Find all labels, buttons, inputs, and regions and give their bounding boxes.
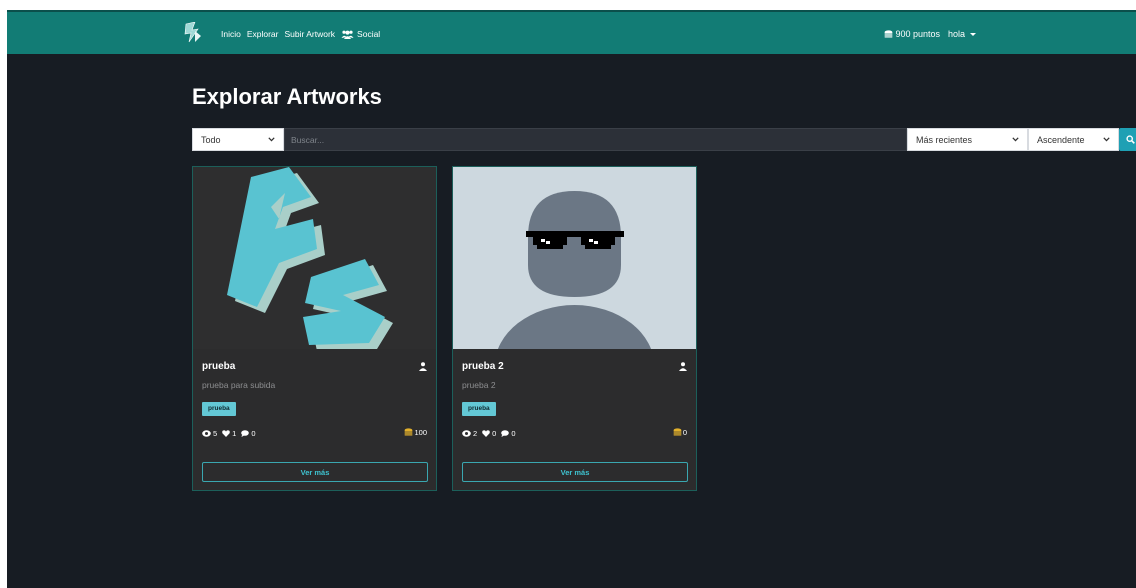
chevron-down-icon bbox=[1012, 137, 1019, 142]
sort-select[interactable]: Más recientes bbox=[907, 128, 1028, 151]
views-stat: 5 bbox=[202, 429, 217, 438]
comments-stat: 0 bbox=[241, 429, 256, 438]
user-icon bbox=[419, 362, 427, 371]
category-select[interactable]: Todo bbox=[192, 128, 284, 151]
chevron-down-icon bbox=[1103, 137, 1110, 142]
tag-badge[interactable]: prueba bbox=[202, 402, 236, 416]
card-stats: 2 0 0 bbox=[462, 429, 521, 438]
heart-icon bbox=[222, 430, 230, 437]
nav-links: Inicio Explorar Subir Artwork Social bbox=[221, 12, 386, 56]
likes-stat: 0 bbox=[482, 429, 496, 438]
eye-icon bbox=[462, 430, 471, 437]
search-input[interactable] bbox=[284, 128, 907, 151]
artwork-card: prueba 2 prueba 2 prueba 2 0 0 0 Ver más bbox=[452, 166, 697, 491]
price-value: 0 bbox=[682, 428, 687, 437]
points-label: 900 puntos bbox=[895, 29, 940, 39]
artwork-thumbnail[interactable] bbox=[193, 167, 436, 349]
chevron-down-icon bbox=[268, 137, 275, 142]
nav-link-label: Inicio bbox=[221, 29, 241, 39]
page-title: Explorar Artworks bbox=[192, 84, 382, 109]
ver-mas-button[interactable]: Ver más bbox=[462, 462, 688, 482]
artwork-thumbnail[interactable] bbox=[453, 167, 696, 349]
price-value: 100 bbox=[414, 428, 427, 437]
nav-link-social[interactable]: Social bbox=[341, 29, 380, 39]
ver-mas-button[interactable]: Ver más bbox=[202, 462, 428, 482]
user-icon bbox=[679, 362, 687, 371]
nav-link-label: Subir Artwork bbox=[284, 29, 336, 39]
artwork-logo-icon[interactable] bbox=[183, 22, 203, 44]
filter-bar: Todo Más recientes Ascendente bbox=[192, 128, 1136, 151]
nav-link-explorar[interactable]: Explorar bbox=[247, 29, 279, 39]
heart-icon bbox=[482, 430, 490, 437]
comments-stat: 0 bbox=[501, 429, 516, 438]
nav-link-label: Explorar bbox=[246, 29, 279, 39]
nav-link-label: Social bbox=[357, 29, 381, 39]
likes-count: 1 bbox=[232, 429, 237, 438]
likes-stat: 1 bbox=[222, 429, 236, 438]
order-select-value: Ascendente bbox=[1037, 134, 1085, 145]
search-icon bbox=[1125, 135, 1135, 144]
eye-icon bbox=[202, 430, 211, 437]
comment-icon bbox=[241, 430, 250, 437]
user-name: hola bbox=[947, 29, 965, 39]
card-title: prueba 2 bbox=[462, 361, 504, 372]
comments-count: 0 bbox=[251, 429, 256, 438]
likes-count: 0 bbox=[492, 429, 497, 438]
order-select[interactable]: Ascendente bbox=[1028, 128, 1119, 151]
coins-icon bbox=[885, 29, 893, 37]
nav-link-subir-artwork[interactable]: Subir Artwork bbox=[285, 29, 336, 39]
views-stat: 2 bbox=[462, 429, 477, 438]
comments-count: 0 bbox=[511, 429, 516, 438]
users-icon bbox=[341, 30, 354, 39]
search-button[interactable] bbox=[1119, 128, 1136, 151]
coins-icon bbox=[405, 428, 413, 436]
points-display: 900 puntos bbox=[884, 29, 940, 39]
card-stats: 5 1 0 bbox=[202, 429, 261, 438]
views-count: 5 bbox=[213, 429, 218, 438]
card-description: prueba 2 bbox=[462, 380, 496, 390]
comment-icon bbox=[501, 430, 510, 437]
artwork-logo-image bbox=[227, 167, 393, 349]
price-display: 100 bbox=[404, 428, 427, 437]
category-select-value: Todo bbox=[201, 134, 221, 145]
tag-badge[interactable]: prueba bbox=[462, 402, 496, 416]
views-count: 2 bbox=[473, 429, 478, 438]
nav-right: 900 puntos hola bbox=[884, 12, 976, 56]
card-description: prueba para subida bbox=[202, 380, 276, 390]
artwork-card: prueba prueba para subida prueba 5 1 0 1… bbox=[192, 166, 437, 491]
coins-icon bbox=[673, 428, 682, 436]
sort-select-value: Más recientes bbox=[916, 134, 973, 145]
app-viewport: Inicio Explorar Subir Artwork Social 900… bbox=[7, 10, 1136, 588]
card-title: prueba bbox=[202, 361, 236, 372]
user-menu-dropdown[interactable]: hola bbox=[948, 29, 976, 39]
default-avatar-image bbox=[497, 191, 652, 349]
price-display: 0 bbox=[673, 428, 687, 437]
top-navbar: Inicio Explorar Subir Artwork Social 900… bbox=[7, 10, 1136, 54]
nav-link-inicio[interactable]: Inicio bbox=[221, 29, 241, 39]
caret-down-icon bbox=[970, 32, 976, 36]
